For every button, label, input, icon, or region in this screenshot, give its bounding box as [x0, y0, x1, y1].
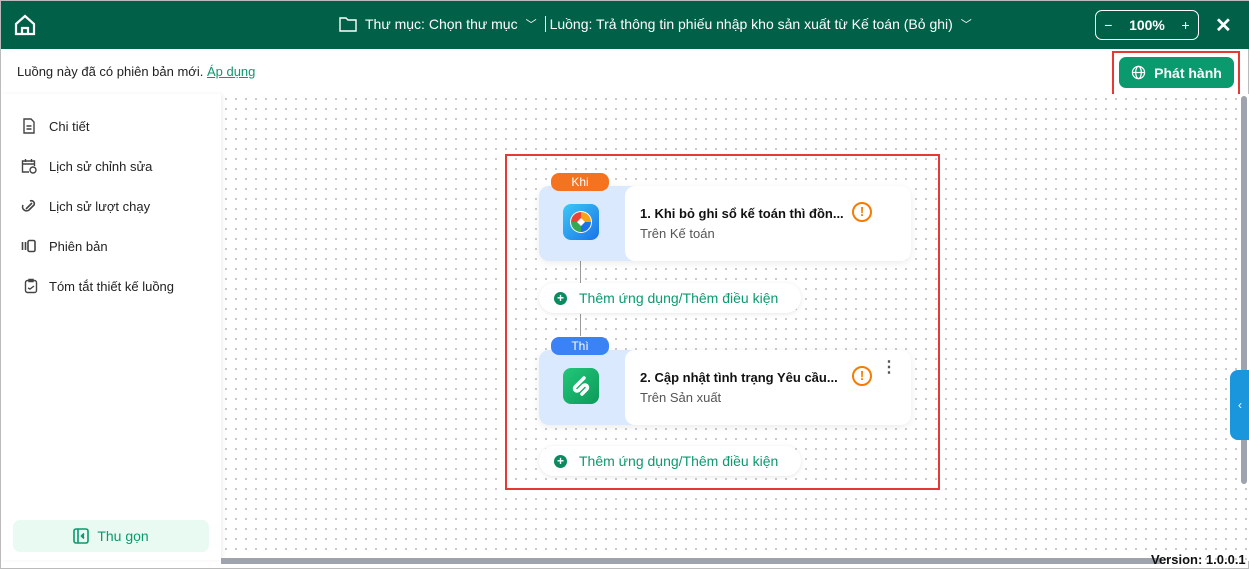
zoom-control: − 100% +	[1095, 10, 1199, 40]
step-card: ! ⋮	[625, 350, 911, 425]
step-tag-then: Thì	[551, 337, 609, 355]
plus-circle-icon: +	[554, 454, 567, 468]
production-app-icon	[563, 368, 599, 404]
step-tag-when: Khi	[551, 173, 609, 191]
publish-button[interactable]: Phát hành	[1119, 57, 1234, 88]
sidebar-item-edit-history[interactable]: Lịch sử chỉnh sửa	[21, 158, 152, 174]
sidebar: Chi tiết Lịch sử chỉnh sửa Lịch sử lượt …	[1, 94, 221, 560]
link-icon	[21, 199, 36, 212]
step-title: 2. Cập nhật tình trạng Yêu cầu...	[640, 370, 838, 385]
versions-icon	[21, 239, 36, 253]
add-app-condition-button[interactable]: + Thêm ứng dụng/Thêm điều kiện	[539, 283, 801, 313]
add-app-condition-button[interactable]: + Thêm ứng dụng/Thêm điều kiện	[539, 446, 801, 476]
new-version-notice: Luồng này đã có phiên bản mới. Áp dụng	[17, 64, 255, 79]
collapse-label: Thu gọn	[97, 528, 149, 544]
document-icon	[23, 118, 35, 134]
sidebar-item-run-history[interactable]: Lịch sử lượt chạy	[21, 198, 150, 214]
sidebar-item-label: Phiên bản	[49, 238, 108, 254]
flow-step-action[interactable]: ! ⋮ 2. Cập nhật tình trạng Yêu cầu... Tr…	[539, 350, 911, 425]
notice-text: Luồng này đã có phiên bản mới.	[17, 64, 204, 79]
flow-step-trigger[interactable]: ! 1. Khi bỏ ghi sổ kế toán thì đồn... Tr…	[539, 186, 911, 261]
zoom-in-button[interactable]: +	[1181, 17, 1189, 33]
step-card: !	[625, 186, 911, 261]
accounting-app-icon	[563, 204, 599, 240]
top-bar: Thư mục: Chọn thư mục ﹀ Luồng: Trả thông…	[1, 1, 1249, 49]
sidebar-item-label: Lịch sử chỉnh sửa	[49, 158, 153, 174]
warning-icon[interactable]: !	[852, 366, 872, 386]
publish-label: Phát hành	[1154, 64, 1222, 81]
folder-selector[interactable]: Thư mục: Chọn thư mục	[365, 16, 518, 32]
apply-link[interactable]: Áp dụng	[207, 64, 255, 79]
sidebar-item-design-summary[interactable]: Tóm tắt thiết kế luồng	[23, 278, 174, 294]
sidebar-item-details[interactable]: Chi tiết	[21, 118, 89, 134]
step-app: Trên Sản xuất	[640, 390, 722, 405]
horizontal-scrollbar[interactable]	[221, 558, 1161, 564]
add-label: Thêm ứng dụng/Thêm điều kiện	[579, 453, 779, 469]
divider	[544, 16, 546, 32]
more-options-icon[interactable]: ⋮	[881, 360, 897, 376]
calendar-clock-icon	[21, 159, 37, 174]
connector-line	[580, 314, 581, 336]
collapse-button[interactable]: Thu gọn	[13, 520, 209, 552]
warning-icon[interactable]: !	[852, 202, 872, 222]
step-title: 1. Khi bỏ ghi sổ kế toán thì đồn...	[640, 206, 844, 221]
close-button[interactable]: ✕	[1215, 13, 1232, 38]
plus-circle-icon: +	[554, 291, 567, 305]
collapse-panel-icon	[73, 528, 90, 544]
home-icon[interactable]	[13, 13, 37, 37]
chevron-down-icon[interactable]: ﹀	[961, 16, 972, 32]
add-label: Thêm ứng dụng/Thêm điều kiện	[579, 290, 779, 306]
step-app: Trên Kế toán	[640, 226, 715, 241]
sidebar-item-label: Tóm tắt thiết kế luồng	[49, 278, 175, 294]
sidebar-item-label: Chi tiết	[49, 118, 90, 134]
clipboard-icon	[24, 278, 38, 294]
flow-title: Thư mục: Chọn thư mục ﹀ Luồng: Trả thông…	[339, 16, 972, 32]
chevron-down-icon[interactable]: ﹀	[526, 16, 537, 32]
zoom-out-button[interactable]: −	[1104, 17, 1112, 33]
chevron-left-icon: ‹	[1238, 398, 1242, 412]
connector-line	[580, 261, 581, 283]
version-label: Version: 1.0.0.1	[1151, 552, 1246, 567]
sidebar-item-label: Lịch sử lượt chạy	[49, 198, 151, 214]
expand-right-panel-button[interactable]: ‹	[1230, 370, 1249, 440]
sidebar-item-versions[interactable]: Phiên bản	[21, 238, 108, 254]
globe-icon	[1131, 65, 1146, 80]
flow-name[interactable]: Luồng: Trả thông tin phiếu nhập kho sản …	[550, 16, 953, 32]
folder-icon	[339, 17, 357, 32]
zoom-level: 100%	[1129, 17, 1165, 33]
